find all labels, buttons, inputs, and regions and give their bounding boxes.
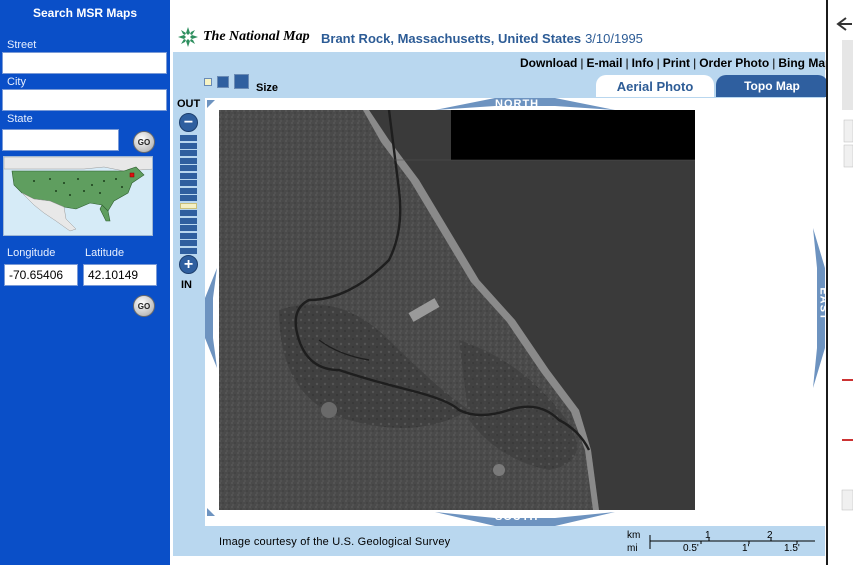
adjacent-window-edge [826, 0, 853, 565]
order-photo-link[interactable]: Order Photo [699, 56, 769, 70]
zoom-out-button[interactable]: − [179, 113, 198, 132]
email-link[interactable]: E-mail [586, 56, 622, 70]
aerial-photo-image [219, 110, 695, 510]
national-map-logo[interactable]: The National Map [177, 26, 310, 48]
state-label: State [7, 113, 33, 125]
scale-mi-tick-1: 1' [742, 543, 750, 554]
location-title: Brant Rock, Massachusetts, United States… [321, 31, 643, 46]
zoom-in-button[interactable]: + [179, 255, 198, 274]
go-button-address[interactable]: GO [133, 131, 155, 153]
image-courtesy: Image courtesy of the U.S. Geological Su… [219, 536, 451, 548]
print-link[interactable]: Print [663, 56, 690, 70]
go-button-coordinates[interactable]: GO [133, 295, 155, 317]
zoom-level-step[interactable] [180, 217, 197, 224]
bing-map-link[interactable]: Bing Map [778, 56, 832, 70]
scale-mi-tick-05: 0.5' [683, 543, 699, 554]
zoom-level-step[interactable] [180, 225, 197, 231]
adjacent-window-icon [836, 17, 853, 511]
zoom-level-step[interactable] [180, 142, 197, 149]
toolbar-links: Download | E-mail | Info | Print | Order Photo | B… [520, 56, 833, 70]
zoom-level-step[interactable] [180, 240, 197, 246]
zoom-level-step[interactable] [180, 180, 197, 186]
photo-date: 3/10/1995 [585, 31, 643, 46]
city-label: City [7, 76, 26, 88]
minus-icon: − [183, 114, 194, 131]
info-link[interactable]: Info [632, 56, 654, 70]
zoom-level-step[interactable] [180, 172, 197, 179]
latitude-input[interactable] [83, 264, 157, 286]
scale-mi-tick-15: 1.5' [784, 543, 800, 554]
download-link[interactable]: Download [520, 56, 577, 70]
south-label[interactable]: SOUTH [495, 511, 539, 523]
zoom-level-step[interactable] [180, 210, 197, 216]
zoom-level-step[interactable] [180, 187, 197, 194]
zoom-level-step[interactable] [180, 150, 197, 156]
scale-mi-label: mi [627, 543, 638, 554]
search-title: Search MSR Maps [32, 6, 138, 20]
zoom-level-step[interactable] [180, 195, 197, 201]
zoom-level-step[interactable] [180, 157, 197, 164]
zoom-level-current[interactable] [180, 202, 197, 209]
longitude-label: Longitude [7, 247, 56, 259]
size-label: Size [256, 82, 279, 94]
north-label[interactable]: NORTH [495, 98, 539, 110]
overview-map[interactable] [3, 156, 153, 236]
aerial-photo[interactable] [219, 110, 695, 510]
size-large-button[interactable] [234, 74, 249, 89]
state-input[interactable] [2, 129, 119, 151]
tab-topo-map[interactable]: Topo Map [716, 75, 828, 97]
search-sidebar: Search MSR Maps Street City State GO Lon… [0, 0, 170, 565]
tab-aerial-photo[interactable]: Aerial Photo [596, 75, 714, 97]
street-label: Street [7, 39, 37, 51]
zoom-level-step[interactable] [180, 232, 197, 239]
zoom-level-step[interactable] [180, 247, 197, 254]
size-medium-button[interactable] [217, 76, 229, 88]
national-map-logo-icon [178, 27, 198, 47]
city-input[interactable] [2, 89, 167, 111]
scale-km-tick-1: 1 [705, 530, 711, 541]
us-map-icon [4, 157, 152, 235]
plus-icon: + [183, 256, 194, 273]
scale-km-tick-2: 2 [767, 530, 773, 541]
size-small-button[interactable] [204, 78, 212, 86]
latitude-label: Latitude [85, 247, 125, 259]
zoom-in-label: IN [181, 279, 192, 291]
logo-text: The National Map [203, 29, 310, 44]
longitude-input[interactable] [4, 264, 78, 286]
zoom-level-step[interactable] [180, 165, 197, 171]
location-name: Brant Rock, Massachusetts, United States [321, 31, 582, 46]
scale-km-label: km [627, 530, 641, 541]
street-input[interactable] [2, 52, 167, 74]
zoom-out-label: OUT [177, 98, 201, 110]
zoom-level-step[interactable] [180, 135, 197, 141]
